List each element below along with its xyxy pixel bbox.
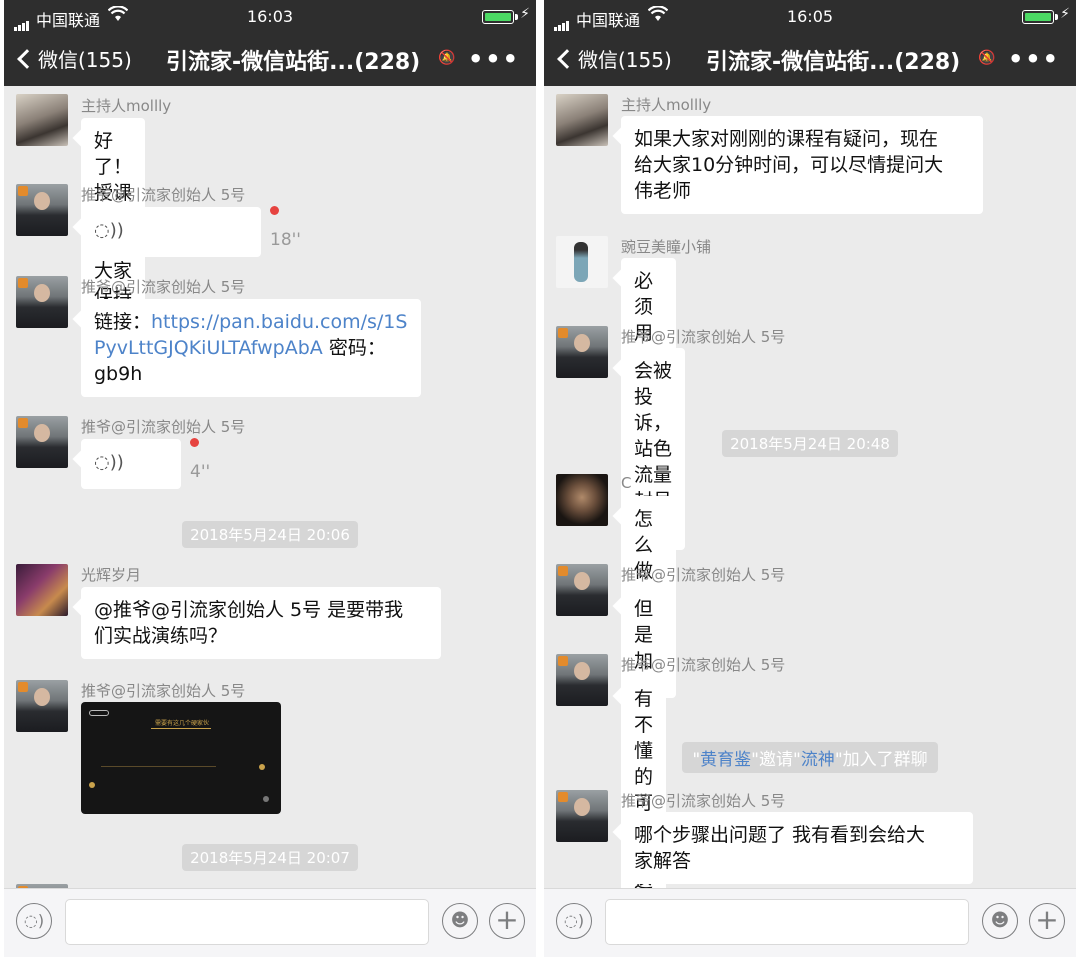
sender-name: 推爷@引流家创始人 5号	[621, 656, 786, 674]
sender-name: 推爷@引流家创始人 5号	[81, 418, 246, 436]
unread-dot	[190, 438, 199, 447]
avatar[interactable]	[16, 564, 68, 616]
link-prefix: 链接：	[94, 311, 152, 333]
image-heading: 需要有这几个硬家伙	[155, 720, 210, 727]
voice-bubble[interactable]: ◌))	[81, 439, 181, 489]
sender-name: C	[621, 474, 632, 492]
avatar[interactable]	[556, 326, 608, 378]
sender-name: 主持人mollly	[621, 96, 712, 114]
back-chevron-icon	[557, 48, 577, 69]
back-label: 微信(155)	[38, 48, 132, 72]
more-button[interactable]: •••	[468, 45, 520, 73]
charging-icon: ⚡	[520, 6, 530, 22]
emoji-icon: ☻	[450, 910, 470, 931]
baidu-link-cont[interactable]: PyvLttGJQKiULTAfwpAbA	[94, 337, 323, 359]
text-bubble[interactable]: @推爷@引流家创始人 5号 是要带我 们实战演练吗？	[81, 587, 441, 659]
voice-duration: 18''	[270, 230, 301, 250]
message-list[interactable]: 主持人mollly 如果大家对刚刚的课程有疑问，现在 给大家10分钟时间，可以尽情…	[544, 86, 1076, 888]
sender-name: 豌豆美瞳小铺	[621, 238, 712, 256]
code-label: 密码：	[322, 337, 386, 359]
avatar[interactable]	[556, 474, 608, 526]
voice-icon: ◌))	[94, 220, 124, 241]
sender-name: 推爷@引流家创始人 5号	[621, 566, 786, 584]
message-input[interactable]	[65, 899, 429, 945]
emoji-icon: ☻	[990, 910, 1010, 931]
text-bubble[interactable]: 哪个步骤出问题了 我有看到会给大 家解答	[621, 812, 973, 884]
timestamp: 2018年5月24日 20:07	[4, 844, 536, 871]
image-message[interactable]: 需要有这几个硬家伙	[81, 702, 281, 814]
voice-input-button[interactable]: ◌)	[16, 903, 52, 939]
more-functions-button[interactable]: +	[1029, 903, 1065, 939]
clock: 16:05	[786, 7, 834, 26]
sender-name: 光辉岁月	[81, 566, 142, 584]
mute-icon: 🔕	[438, 50, 456, 66]
unread-dot	[270, 206, 279, 215]
sender-name: 推爷@引流家创始人 5号	[81, 186, 246, 204]
invitee-link[interactable]: 黄育鉴	[700, 750, 751, 770]
baidu-link[interactable]: https://pan.baidu.com/s/1S	[151, 311, 407, 333]
chat-title: 引流家-微信站街...(228)	[706, 50, 961, 75]
code-value: gb9h	[94, 363, 143, 385]
text-bubble[interactable]: 链接：https://pan.baidu.com/s/1S PyvLttGJQKi…	[81, 299, 421, 397]
voice-icon: ◌)	[563, 911, 585, 930]
emoji-button[interactable]: ☻	[982, 903, 1018, 939]
more-functions-button[interactable]: +	[489, 903, 525, 939]
plus-icon: +	[1035, 903, 1059, 936]
back-button[interactable]: 微信(155)	[16, 44, 132, 73]
invited-link[interactable]: 流神	[801, 750, 835, 770]
more-button[interactable]: •••	[1008, 45, 1060, 73]
avatar[interactable]	[16, 184, 68, 236]
voice-icon: ◌)	[23, 911, 45, 930]
sender-name: 推爷@引流家创始人 5号	[81, 682, 246, 700]
plus-icon: +	[495, 903, 519, 936]
timestamp: 2018年5月24日 20:06	[4, 521, 536, 548]
left-phone-screen: 中国联通 16:03 ⚡ 微信(155) 引流家-微信站街...(228) 🔕 …	[4, 0, 536, 957]
status-bar: 中国联通 16:03 ⚡	[4, 0, 536, 34]
voice-icon: ◌))	[94, 452, 124, 473]
timestamp: 2018年5月24日 20:48	[544, 430, 1076, 457]
battery-icon	[482, 10, 518, 24]
message-list[interactable]: 主持人mollly 好了！授课开始！大家保持安静！ 推爷@引流家创始人 5号 ◌…	[4, 86, 536, 888]
battery-icon	[1022, 10, 1058, 24]
avatar[interactable]	[16, 94, 68, 146]
avatar[interactable]	[16, 416, 68, 468]
system-notice: "黄育鉴"邀请"流神"加入了群聊	[544, 742, 1076, 773]
avatar[interactable]	[556, 94, 608, 146]
mute-icon: 🔕	[978, 50, 996, 66]
text-bubble[interactable]: 如果大家对刚刚的课程有疑问，现在 给大家10分钟时间，可以尽情提问大 伟老师	[621, 116, 983, 214]
voice-input-button[interactable]: ◌)	[556, 903, 592, 939]
charging-icon: ⚡	[1060, 6, 1070, 22]
input-toolbar: ◌) ☻ +	[544, 888, 1076, 957]
sender-name: 推爷@引流家创始人 5号	[621, 792, 786, 810]
input-toolbar: ◌) ☻ +	[4, 888, 536, 957]
avatar[interactable]	[16, 680, 68, 732]
right-phone-screen: 中国联通 16:05 ⚡ 微信(155) 引流家-微信站街...(228) 🔕 …	[544, 0, 1076, 957]
chat-header: 微信(155) 引流家-微信站街...(228) 🔕 •••	[544, 34, 1076, 86]
emoji-button[interactable]: ☻	[442, 903, 478, 939]
chat-header: 微信(155) 引流家-微信站街...(228) 🔕 •••	[4, 34, 536, 86]
sender-name: 推爷@引流家创始人 5号	[81, 278, 246, 296]
chat-title: 引流家-微信站街...(228)	[166, 50, 421, 75]
back-chevron-icon	[17, 48, 37, 69]
avatar[interactable]	[556, 236, 608, 288]
back-label: 微信(155)	[578, 48, 672, 72]
status-bar: 中国联通 16:05 ⚡	[544, 0, 1076, 34]
avatar[interactable]	[556, 564, 608, 616]
avatar[interactable]	[16, 276, 68, 328]
avatar[interactable]	[556, 790, 608, 842]
voice-bubble[interactable]: ◌))	[81, 207, 261, 257]
sender-name: 主持人mollly	[81, 97, 172, 115]
avatar[interactable]	[556, 654, 608, 706]
voice-duration: 4''	[190, 462, 211, 482]
sender-name: 推爷@引流家创始人 5号	[621, 328, 786, 346]
clock: 16:03	[246, 7, 294, 26]
back-button[interactable]: 微信(155)	[556, 44, 672, 73]
message-input[interactable]	[605, 899, 969, 945]
